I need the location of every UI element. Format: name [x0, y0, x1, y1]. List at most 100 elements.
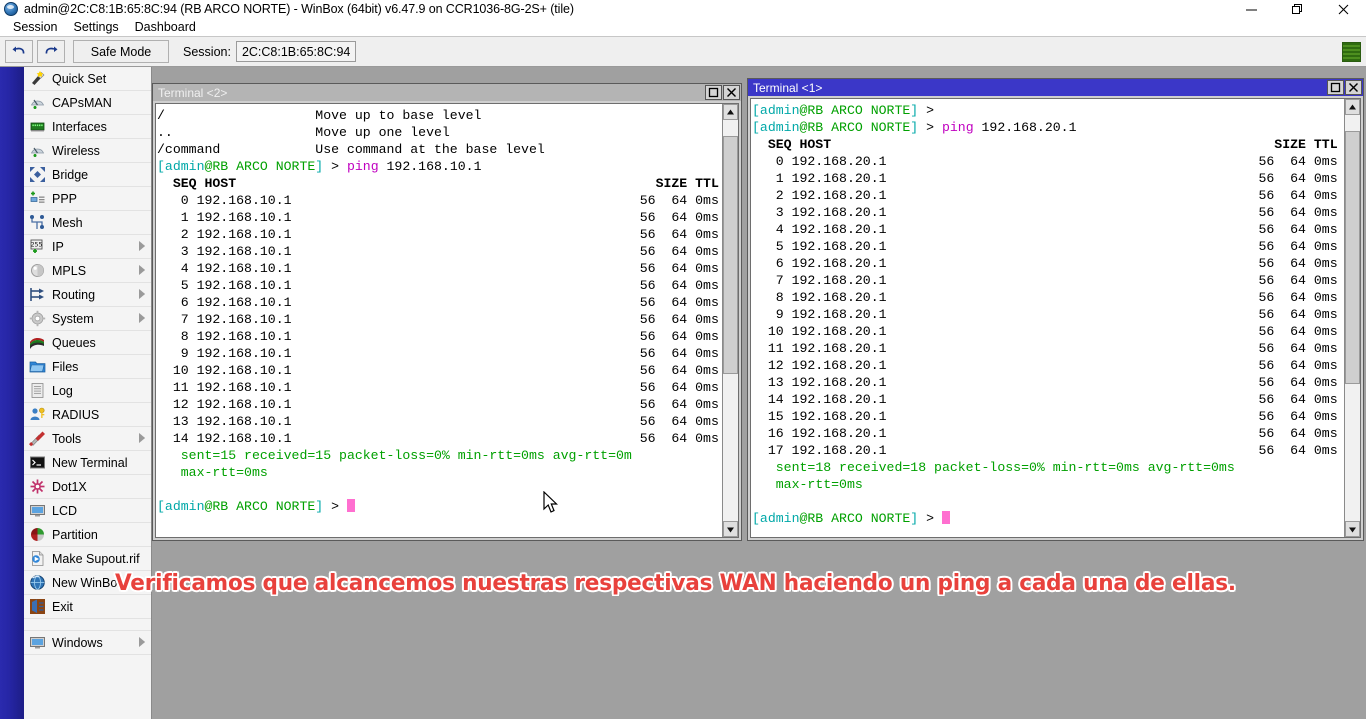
sidebar-item-interfaces[interactable]: Interfaces	[24, 115, 151, 139]
sidebar-item-queues[interactable]: Queues	[24, 331, 151, 355]
sidebar-item-windows[interactable]: Windows	[24, 631, 151, 655]
terminal-1-close-icon[interactable]	[1345, 80, 1362, 95]
terminal-2-maximize-icon[interactable]	[705, 85, 722, 100]
sidebar-item-lcd[interactable]: LCD	[24, 499, 151, 523]
queues-icon	[28, 334, 46, 352]
sidebar-item-routing[interactable]: Routing	[24, 283, 151, 307]
close-icon[interactable]	[1320, 0, 1366, 18]
sidebar-item-label: Mesh	[52, 216, 83, 230]
routing-icon	[28, 286, 46, 304]
terminal-window-2[interactable]: Terminal <2> / Move up to base level.. M	[152, 83, 742, 541]
terminal-1-body[interactable]: [admin@RB ARCO NORTE] > [admin@RB ARCO N…	[750, 98, 1361, 538]
sidebar-item-label: PPP	[52, 192, 77, 206]
wireless-icon	[28, 142, 46, 160]
terminal-1-scroll-thumb[interactable]	[1345, 131, 1360, 384]
lcd-icon	[28, 502, 46, 520]
sidebar-item-new-terminal[interactable]: New Terminal	[24, 451, 151, 475]
sidebar-item-bridge[interactable]: Bridge	[24, 163, 151, 187]
sidebar-item-system[interactable]: System	[24, 307, 151, 331]
terminal-2-body[interactable]: / Move up to base level.. Move up one le…	[155, 103, 739, 538]
sidebar-item-label: Windows	[52, 636, 103, 650]
partition-icon	[28, 526, 46, 544]
sidebar-item-radius[interactable]: RADIUS	[24, 403, 151, 427]
winbox-globe-icon	[28, 574, 46, 592]
sidebar-item-label: Quick Set	[52, 72, 106, 86]
sidebar-item-ip[interactable]: 255IP	[24, 235, 151, 259]
chevron-right-icon	[139, 265, 145, 275]
terminal-2-close-icon[interactable]	[723, 85, 740, 100]
sidebar-item-ppp[interactable]: PPP	[24, 187, 151, 211]
chevron-right-icon	[139, 289, 145, 299]
sidebar-item-capsman[interactable]: CAPsMAN	[24, 91, 151, 115]
terminal-1-titlebar[interactable]: Terminal <1>	[748, 79, 1363, 96]
dot1x-icon	[28, 478, 46, 496]
terminal-2-output[interactable]: / Move up to base level.. Move up one le…	[156, 104, 722, 537]
sidebar-item-label: RADIUS	[52, 408, 99, 422]
exit-icon	[28, 598, 46, 616]
quickset-icon	[28, 70, 46, 88]
minimize-icon[interactable]	[1228, 0, 1274, 18]
sidebar-item-partition[interactable]: Partition	[24, 523, 151, 547]
sidebar-item-tools[interactable]: Tools	[24, 427, 151, 451]
scroll-down-icon[interactable]	[723, 521, 738, 537]
ip-icon: 255	[28, 238, 46, 256]
sidebar-item-label: Interfaces	[52, 120, 107, 134]
scroll-up-icon[interactable]	[1345, 99, 1360, 115]
menu-settings[interactable]: Settings	[65, 19, 126, 35]
mpls-icon	[28, 262, 46, 280]
window-title: admin@2C:C8:1B:65:8C:94 (RB ARCO NORTE) …	[24, 2, 574, 16]
window-controls	[1228, 0, 1366, 18]
menu-session[interactable]: Session	[5, 19, 65, 35]
supout-icon	[28, 550, 46, 568]
terminal-1-output[interactable]: [admin@RB ARCO NORTE] > [admin@RB ARCO N…	[751, 99, 1344, 537]
sidebar-item-label: Partition	[52, 528, 98, 542]
redo-arrow-icon[interactable]	[37, 40, 65, 63]
sidebar-item-quick-set[interactable]: Quick Set	[24, 67, 151, 91]
toolbar: Safe Mode Session: 2C:C8:1B:65:8C:94	[0, 36, 1366, 67]
sidebar-item-mpls[interactable]: MPLS	[24, 259, 151, 283]
menu-dashboard[interactable]: Dashboard	[127, 19, 204, 35]
sidebar-item-label: Tools	[52, 432, 81, 446]
sidebar-item-wireless[interactable]: Wireless	[24, 139, 151, 163]
scroll-up-icon[interactable]	[723, 104, 738, 120]
windows-icon	[28, 634, 46, 652]
scroll-down-icon[interactable]	[1345, 521, 1360, 537]
undo-arrow-icon[interactable]	[5, 40, 33, 63]
terminal-1-scrollbar[interactable]	[1344, 99, 1360, 537]
terminal-2-titlebar[interactable]: Terminal <2>	[153, 84, 741, 101]
sidebar-item-mesh[interactable]: Mesh	[24, 211, 151, 235]
caption-overlay: Verificamos que alcancemos nuestras resp…	[115, 566, 1330, 600]
sidebar-separator	[24, 619, 151, 631]
bridge-icon	[28, 166, 46, 184]
sidebar-item-label: Wireless	[52, 144, 100, 158]
terminal-2-scroll-thumb[interactable]	[723, 136, 738, 374]
sidebar-item-dot1x[interactable]: Dot1X	[24, 475, 151, 499]
chevron-right-icon	[139, 241, 145, 251]
terminal-window-1[interactable]: Terminal <1> [admin@RB ARCO NORTE] > [ad…	[747, 78, 1364, 541]
tools-icon	[28, 430, 46, 448]
system-gear-icon	[28, 310, 46, 328]
sidebar-item-log[interactable]: Log	[24, 379, 151, 403]
sidebar-item-label: MPLS	[52, 264, 86, 278]
menubar: Session Settings Dashboard	[0, 18, 1366, 36]
sidebar-item-label: Routing	[52, 288, 95, 302]
main-menu-sidebar: Quick Set CAPsMAN Interfaces Wireless Bridge…	[24, 67, 152, 719]
sidebar-item-label: Log	[52, 384, 73, 398]
cpu-usage-meter	[1342, 42, 1361, 62]
restore-icon[interactable]	[1274, 0, 1320, 18]
ppp-icon	[28, 190, 46, 208]
svg-text:255: 255	[30, 241, 42, 249]
sidebar-item-label: Dot1X	[52, 480, 87, 494]
capsman-icon	[28, 94, 46, 112]
interfaces-icon	[28, 118, 46, 136]
session-input[interactable]: 2C:C8:1B:65:8C:94	[236, 41, 356, 62]
chevron-right-icon	[139, 637, 145, 647]
terminal-2-scrollbar[interactable]	[722, 104, 738, 537]
folder-icon	[28, 358, 46, 376]
safe-mode-button[interactable]: Safe Mode	[73, 40, 169, 63]
terminal-icon	[28, 454, 46, 472]
sidebar-item-files[interactable]: Files	[24, 355, 151, 379]
terminal-1-title: Terminal <1>	[753, 81, 822, 95]
chevron-right-icon	[139, 433, 145, 443]
terminal-1-maximize-icon[interactable]	[1327, 80, 1344, 95]
